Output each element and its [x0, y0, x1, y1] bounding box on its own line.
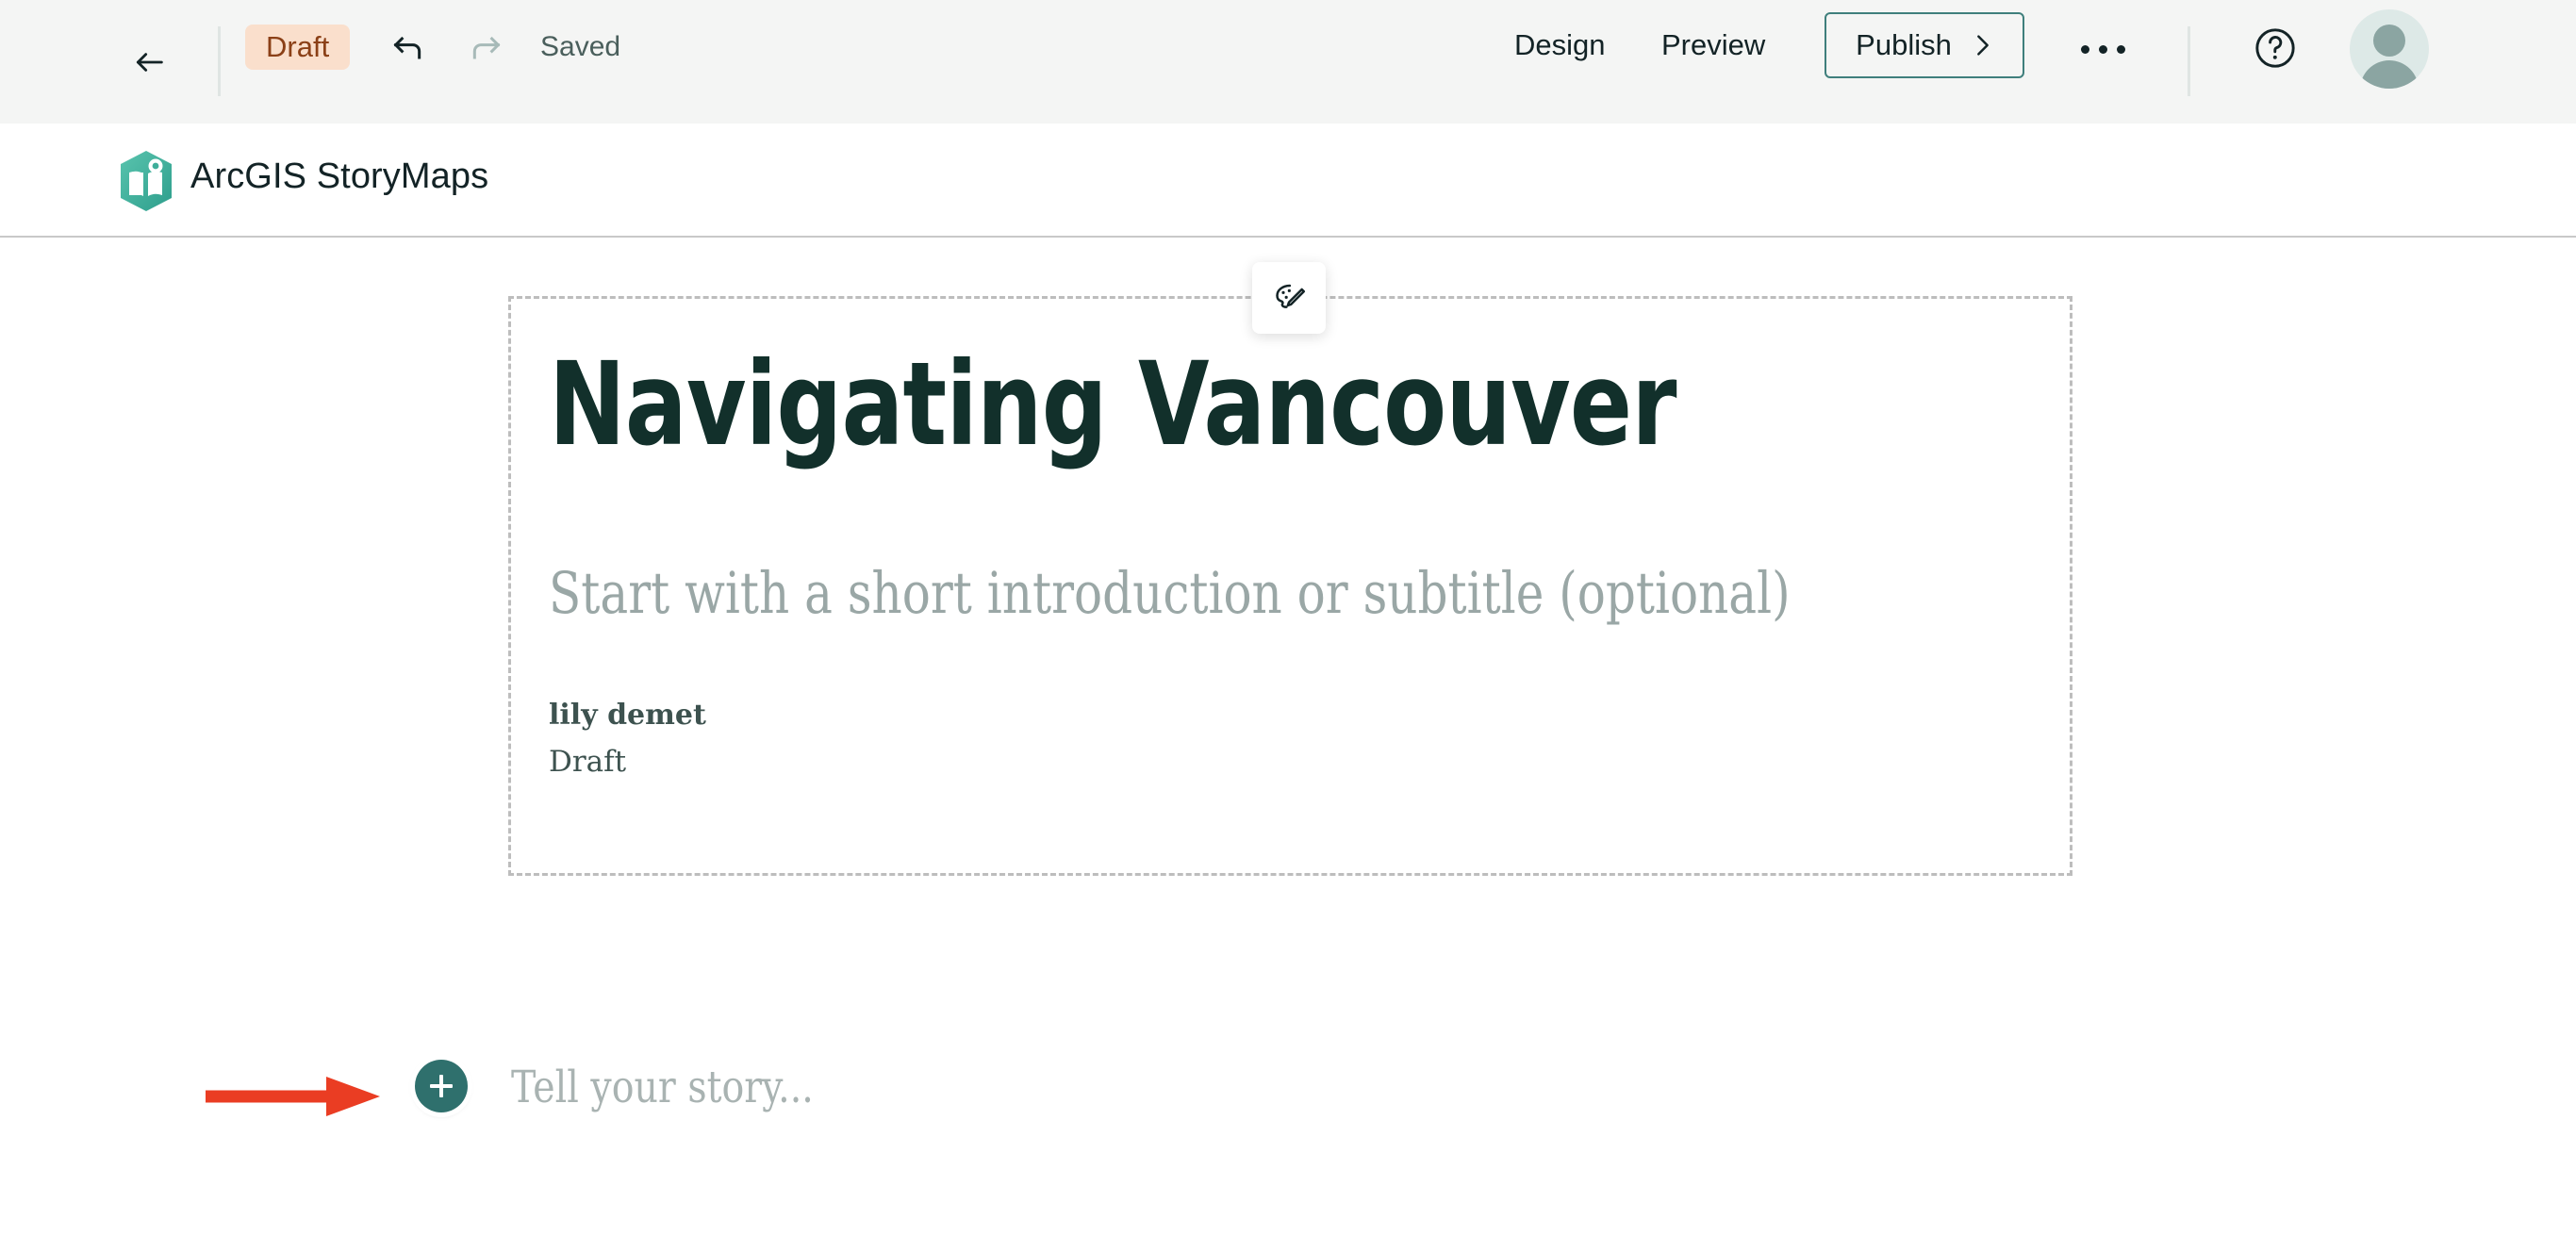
design-tab[interactable]: Design — [1514, 28, 1606, 62]
more-options-button[interactable] — [2074, 21, 2131, 77]
preview-tab[interactable]: Preview — [1661, 28, 1765, 62]
avatar-head — [2373, 25, 2405, 57]
story-body-placeholder[interactable]: Tell your story... — [511, 1062, 814, 1113]
editor-toolbar: Draft Saved Design Preview Publish — [0, 0, 2576, 124]
byline-author[interactable]: lily demet — [549, 697, 1209, 735]
status-badge[interactable]: Draft — [245, 25, 351, 70]
byline-status: Draft — [549, 744, 627, 779]
publish-button[interactable]: Publish — [1825, 12, 2024, 78]
avatar[interactable] — [2350, 9, 2429, 89]
add-block-row — [0, 1054, 2576, 1139]
product-name: ArcGIS StoryMaps — [190, 156, 489, 196]
annotation-arrow-icon — [206, 1077, 380, 1116]
ellipsis-icon-dot — [2116, 44, 2125, 54]
question-circle-icon — [2255, 28, 2295, 68]
publish-button-label: Publish — [1856, 28, 1952, 61]
back-button[interactable] — [123, 36, 175, 89]
brand-bar: ArcGIS StoryMaps — [0, 124, 2576, 238]
cover-design-button[interactable] — [1252, 262, 1326, 334]
chevron-right-icon — [1973, 32, 1993, 58]
ellipsis-icon-dot — [2080, 44, 2089, 54]
cover-byline: lily demet Draft — [549, 697, 1209, 782]
toolbar-divider-right — [2188, 26, 2190, 96]
cover-title[interactable]: Navigating Vancouver — [549, 346, 1726, 464]
help-button[interactable] — [2252, 25, 2299, 72]
redo-button[interactable] — [460, 23, 511, 74]
palette-icon — [1276, 284, 1306, 308]
undo-icon — [393, 36, 421, 59]
toolbar-divider-left — [218, 26, 221, 96]
undo-button[interactable] — [383, 23, 434, 74]
cover-subtitle-placeholder[interactable]: Start with a short introduction or subti… — [549, 558, 1791, 630]
arcgis-storymaps-logo-icon — [121, 151, 172, 211]
avatar-body — [2360, 60, 2419, 89]
ellipsis-icon-dot — [2098, 44, 2107, 54]
save-status-label: Saved — [540, 31, 621, 62]
add-block-button[interactable] — [415, 1060, 468, 1112]
cover-block[interactable]: Navigating Vancouver Start with a short … — [508, 296, 2072, 876]
arrow-left-icon — [136, 53, 163, 72]
redo-icon — [472, 36, 501, 59]
